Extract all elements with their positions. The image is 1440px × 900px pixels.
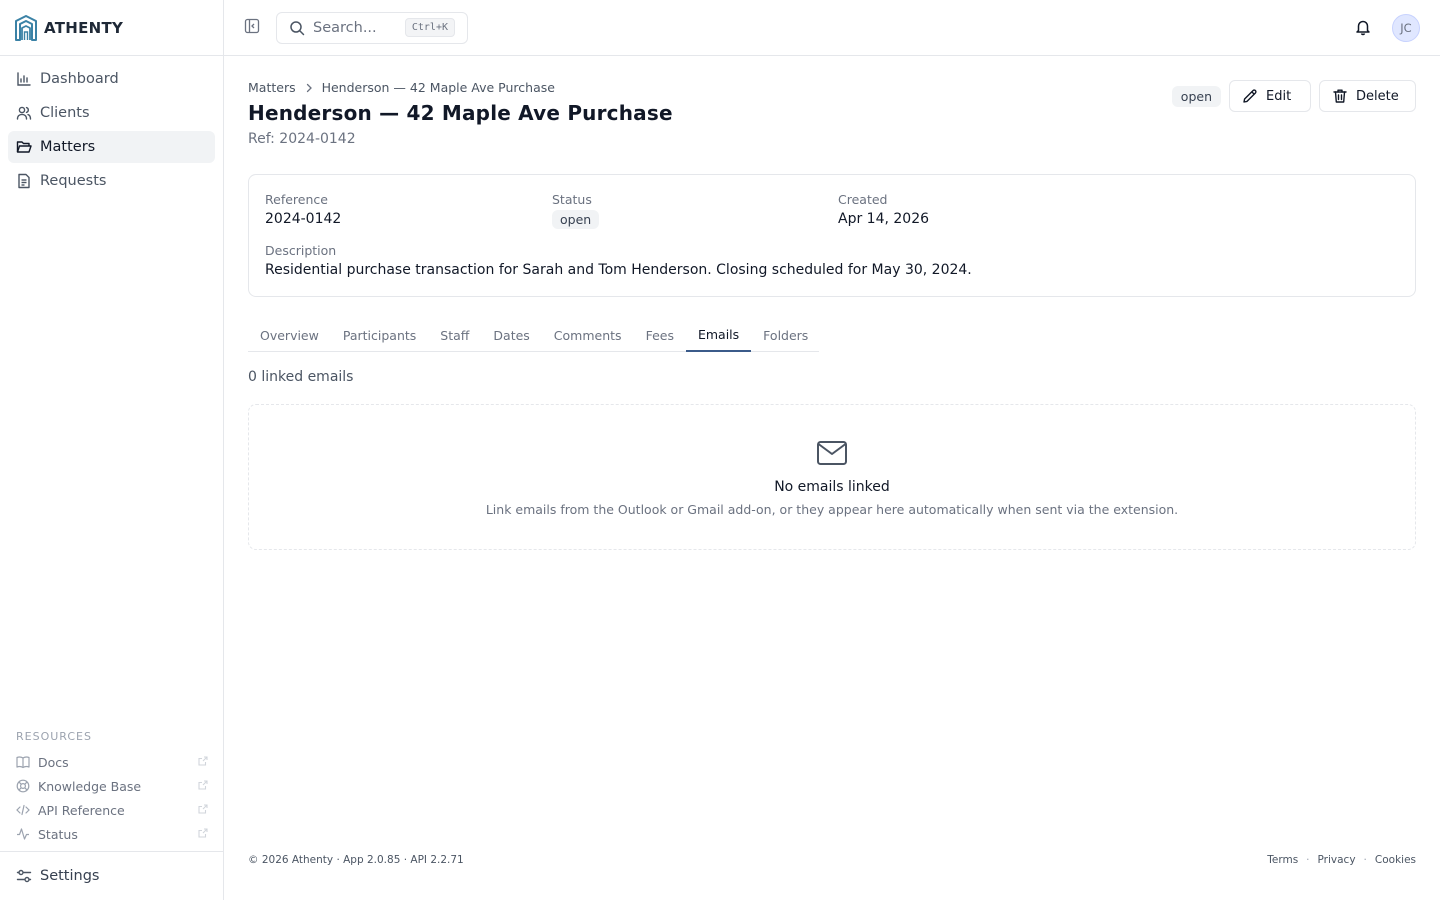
status-label: Status xyxy=(552,192,592,207)
trash-icon xyxy=(1333,89,1347,103)
resources-section: RESOURCES Docs Knowledge Base API Refere… xyxy=(16,730,208,846)
external-link-icon xyxy=(198,828,208,838)
bell-icon xyxy=(1356,20,1370,36)
panel-left-icon xyxy=(244,18,260,34)
folder-open-icon xyxy=(16,141,32,153)
sidebar-item-label: Requests xyxy=(40,173,107,189)
external-link-icon xyxy=(198,780,208,790)
sidebar-item-requests[interactable]: Requests xyxy=(8,165,215,197)
resource-docs-link[interactable]: Docs xyxy=(16,750,208,774)
terms-link[interactable]: Terms xyxy=(1267,854,1298,866)
lifebuoy-icon xyxy=(16,779,30,793)
sidebar-item-dashboard[interactable]: Dashboard xyxy=(8,63,215,95)
external-link-icon xyxy=(198,804,208,814)
sidebar-item-label: Matters xyxy=(40,139,96,155)
resource-label: Status xyxy=(38,826,78,842)
tab-folders[interactable]: Folders xyxy=(751,318,820,352)
search-placeholder: Search... xyxy=(313,20,377,36)
empty-state-title: No emails linked xyxy=(774,479,890,495)
linked-emails-count: 0 linked emails xyxy=(248,369,354,385)
chevron-right-icon xyxy=(306,83,312,92)
sliders-icon xyxy=(16,869,32,883)
tab-staff[interactable]: Staff xyxy=(428,318,481,352)
tab-comments[interactable]: Comments xyxy=(542,318,634,352)
sidebar-nav: Dashboard Clients Matters Requests xyxy=(8,63,215,199)
header-actions: open Edit Delete xyxy=(1171,80,1416,112)
resource-api-reference-link[interactable]: API Reference xyxy=(16,798,208,822)
search-icon xyxy=(290,21,305,36)
sidebar-item-clients[interactable]: Clients xyxy=(8,97,215,129)
athenty-logo-icon xyxy=(15,15,37,41)
user-avatar[interactable]: JC xyxy=(1392,14,1420,42)
edit-button[interactable]: Edit xyxy=(1229,80,1311,112)
search-input[interactable]: Search... Ctrl+K xyxy=(276,12,468,44)
resource-label: Docs xyxy=(38,754,69,770)
brand-name: ATHENTY xyxy=(44,19,124,37)
matter-tabs: Overview Participants Staff Dates Commen… xyxy=(248,318,819,352)
sidebar: ATHENTY Dashboard Clients Matters Reques… xyxy=(0,0,224,900)
breadcrumb-matters-link[interactable]: Matters xyxy=(248,80,296,95)
resource-label: API Reference xyxy=(38,802,125,818)
page-title: Henderson — 42 Maple Ave Purchase xyxy=(248,101,673,125)
resource-knowledge-base-link[interactable]: Knowledge Base xyxy=(16,774,208,798)
resource-label: Knowledge Base xyxy=(38,778,142,794)
delete-label: Delete xyxy=(1356,88,1399,104)
activity-icon xyxy=(17,828,29,840)
users-icon xyxy=(16,106,32,120)
search-shortcut: Ctrl+K xyxy=(404,18,455,37)
tab-emails[interactable]: Emails xyxy=(685,318,752,352)
tab-dates[interactable]: Dates xyxy=(481,318,541,352)
footer-separator: · xyxy=(1363,854,1367,866)
status-value-badge: open xyxy=(552,210,600,229)
reference-label: Reference xyxy=(265,192,328,207)
privacy-link[interactable]: Privacy xyxy=(1318,854,1356,866)
created-label: Created xyxy=(838,192,888,207)
cookies-link[interactable]: Cookies xyxy=(1375,854,1416,866)
description-label: Description xyxy=(265,243,337,258)
book-icon xyxy=(16,756,30,769)
status-badge: open xyxy=(1171,85,1221,107)
delete-button[interactable]: Delete xyxy=(1319,80,1416,112)
footer-links: Terms · Privacy · Cookies xyxy=(1267,854,1416,866)
matter-details-card: Reference 2024-0142 Status open Created … xyxy=(248,174,1416,297)
tab-participants[interactable]: Participants xyxy=(331,318,428,352)
sidebar-item-matters[interactable]: Matters xyxy=(8,131,215,163)
notifications-button[interactable] xyxy=(1354,18,1372,40)
pencil-icon xyxy=(1243,89,1257,103)
brand-logo[interactable]: ATHENTY xyxy=(14,14,123,42)
sidebar-toggle-button[interactable] xyxy=(244,18,264,38)
resources-title: RESOURCES xyxy=(16,730,92,743)
tab-fees[interactable]: Fees xyxy=(634,318,686,352)
code-icon xyxy=(16,804,30,816)
sidebar-item-settings[interactable]: Settings xyxy=(8,860,215,892)
edit-label: Edit xyxy=(1266,88,1292,104)
external-link-icon xyxy=(198,756,208,766)
footer-copyright: © 2026 Athenty · App 2.0.85 · API 2.2.71 xyxy=(248,854,464,866)
bar-chart-icon xyxy=(17,72,31,86)
sidebar-top-divider xyxy=(0,55,223,56)
emails-empty-state: No emails linked Link emails from the Ou… xyxy=(248,404,1416,550)
tab-overview[interactable]: Overview xyxy=(248,318,331,352)
resource-status-link[interactable]: Status xyxy=(16,822,208,846)
sidebar-bottom-divider xyxy=(0,851,223,852)
document-icon xyxy=(18,173,30,189)
description-value: Residential purchase transaction for Sar… xyxy=(265,262,972,278)
created-value: Apr 14, 2026 xyxy=(838,211,930,227)
top-bar: Search... Ctrl+K JC xyxy=(224,0,1440,56)
reference-value: 2024-0142 xyxy=(265,211,342,227)
sidebar-item-label: Dashboard xyxy=(40,71,119,87)
sidebar-item-label: Clients xyxy=(40,105,90,121)
footer-separator: · xyxy=(1306,854,1310,866)
breadcrumb: Matters Henderson — 42 Maple Ave Purchas… xyxy=(248,80,555,95)
settings-label: Settings xyxy=(40,868,100,884)
breadcrumb-current: Henderson — 42 Maple Ave Purchase xyxy=(321,80,555,95)
page-ref: Ref: 2024-0142 xyxy=(248,131,356,147)
empty-state-description: Link emails from the Outlook or Gmail ad… xyxy=(485,502,1179,517)
mail-icon xyxy=(817,441,847,465)
